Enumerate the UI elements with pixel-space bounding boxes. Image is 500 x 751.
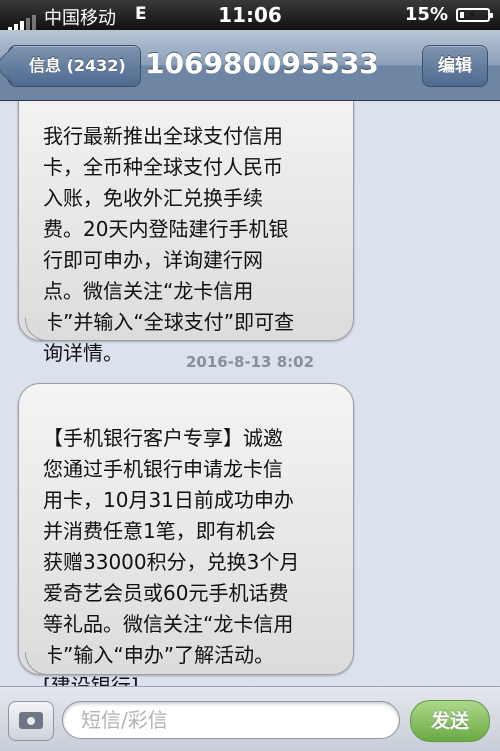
bubble-tail bbox=[25, 318, 48, 341]
message-composer: 发送 bbox=[0, 686, 500, 751]
message-text: 【手机银行客户专享】诚邀 您通过手机银行申请龙卡信 用卡，10月31日前成功申办… bbox=[43, 426, 300, 686]
battery-percent: 15% bbox=[404, 4, 448, 25]
back-chevron-icon bbox=[0, 46, 32, 85]
message-thread[interactable]: 我行最新推出全球支付信用 卡，全币种全球支付人民币 入账，免收外汇兑换手续 费。… bbox=[0, 101, 500, 686]
back-button-label: 信息 (2432) bbox=[29, 56, 126, 75]
conversation-title: 106980095533 bbox=[145, 47, 379, 80]
message-bubble[interactable]: 我行最新推出全球支付信用 卡，全币种全球支付人民币 入账，免收外汇兑换手续 费。… bbox=[18, 101, 354, 365]
camera-button[interactable] bbox=[8, 701, 54, 741]
edit-button[interactable]: 编辑 bbox=[422, 45, 488, 87]
bubble-tail bbox=[25, 652, 48, 675]
battery-level-fill bbox=[460, 12, 464, 18]
charging-bolt-icon: ⚡ bbox=[468, 8, 477, 22]
message-bubble[interactable]: 【手机银行客户专享】诚邀 您通过手机银行申请龙卡信 用卡，10月31日前成功申办… bbox=[18, 383, 354, 686]
camera-lens-icon bbox=[25, 715, 37, 727]
message-input[interactable] bbox=[62, 701, 400, 739]
back-button[interactable]: 信息 (2432) bbox=[0, 45, 141, 87]
status-bar: 中国移动 E 11:06 15% ⚡ bbox=[0, 0, 500, 31]
send-button[interactable]: 发送 bbox=[410, 700, 490, 742]
navigation-bar: 信息 (2432) 106980095533 编辑 bbox=[0, 30, 500, 101]
message-timestamp: 2016-8-13 8:02 bbox=[185, 353, 315, 371]
battery-charging-icon: ⚡ bbox=[456, 8, 493, 22]
message-text: 我行最新推出全球支付信用 卡，全币种全球支付人民币 入账，免收外汇兑换手续 费。… bbox=[43, 124, 295, 365]
